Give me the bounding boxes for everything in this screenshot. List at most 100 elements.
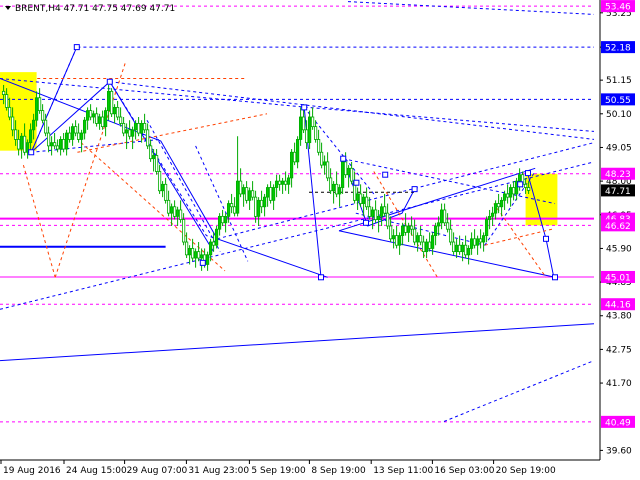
price-tick-label: 51.15 — [606, 76, 632, 86]
candle-body — [478, 238, 483, 243]
price-tag-label: 44.16 — [605, 301, 631, 311]
candle-body — [7, 106, 12, 118]
price-tag-label: 40.49 — [605, 418, 631, 428]
candle-body — [133, 123, 138, 131]
candle-body — [145, 129, 150, 147]
candle-body — [361, 196, 366, 204]
candle-body — [445, 222, 450, 230]
time-tick-label: 13 Sep 11:00 — [373, 466, 433, 476]
candle-body — [2, 90, 6, 95]
candle-body — [190, 248, 195, 259]
pivot-marker — [382, 171, 389, 178]
price-tag-label: 46.62 — [605, 222, 631, 232]
candle-body — [238, 180, 243, 195]
candle-body — [125, 129, 129, 134]
candle-body — [496, 203, 501, 208]
price-tag-label: 50.55 — [605, 96, 631, 106]
candle-body — [370, 209, 375, 217]
candle-body — [460, 244, 465, 253]
candle-body — [388, 225, 393, 240]
candle-body — [166, 199, 171, 214]
pivot-marker — [301, 104, 308, 111]
candle-body — [322, 161, 327, 166]
candle-body — [448, 228, 453, 243]
candle-body — [295, 139, 300, 163]
pivot-marker — [411, 186, 418, 193]
candle-body — [418, 235, 423, 243]
candle-body — [298, 116, 303, 140]
chart: 53.2552.1851.1550.1049.0548.0046.9545.90… — [0, 0, 640, 480]
candle-body — [235, 180, 240, 214]
candle-body — [472, 238, 477, 246]
candle-body — [160, 183, 165, 192]
candlesticks — [2, 84, 531, 271]
candle-body — [241, 187, 246, 195]
candle-body — [436, 222, 441, 227]
candle-body — [208, 241, 213, 256]
trend-line — [109, 81, 595, 140]
pivot-marker — [353, 179, 360, 186]
candle-body — [379, 206, 384, 217]
pivot-marker — [552, 274, 558, 281]
candle-body — [32, 119, 36, 131]
candle-body — [280, 180, 285, 185]
candle-body — [331, 183, 336, 192]
candle-body — [502, 193, 507, 201]
candle-body — [313, 126, 318, 140]
candle-body — [343, 161, 348, 176]
candle-body — [41, 110, 45, 121]
candle-body — [394, 235, 399, 246]
price-tick-label: 41.70 — [606, 379, 632, 389]
candle-body — [232, 206, 237, 214]
trend-line — [347, 1, 595, 15]
candle-body — [5, 94, 9, 108]
candle-body — [325, 161, 330, 179]
candle-body — [307, 116, 312, 144]
candle-body — [373, 209, 378, 220]
candle-body — [508, 187, 513, 198]
candle-body — [439, 209, 444, 224]
candle-body — [490, 212, 495, 217]
candle-body — [292, 151, 297, 163]
candle-body — [367, 206, 372, 217]
candle-body — [424, 241, 429, 253]
candle-body — [457, 244, 462, 253]
candle-body — [268, 187, 273, 201]
candle-body — [493, 203, 498, 214]
price-tick-label: 49.05 — [606, 143, 632, 153]
candle-body — [113, 106, 117, 115]
pivot-marker — [73, 44, 80, 51]
analysis-lines — [0, 1, 595, 423]
candle-body — [304, 129, 309, 144]
candle-body — [262, 196, 267, 208]
candle-body — [310, 116, 315, 128]
trend-line — [443, 360, 595, 422]
price-tick-label: 45.90 — [606, 244, 632, 254]
price-tags: 53.4652.1850.5548.2347.7146.8346.6245.01… — [601, 0, 635, 428]
candle-body — [451, 241, 456, 253]
time-axis: 19 Aug 2016 24 Aug 15:00 29 Aug 07:00 31 Au… — [0, 459, 600, 476]
candle-body — [110, 90, 114, 115]
candle-body — [62, 139, 66, 150]
candle-body — [412, 228, 417, 243]
candle-body — [127, 129, 132, 137]
candle-body — [244, 187, 249, 201]
candle-body — [148, 145, 153, 160]
pivot-marker — [28, 149, 35, 156]
candle-body — [175, 209, 180, 217]
candle-body — [316, 139, 321, 153]
trend-line — [54, 62, 126, 278]
candle-body — [142, 123, 147, 131]
candle-body — [98, 116, 102, 124]
candle-body — [101, 116, 105, 128]
candle-body — [409, 225, 414, 230]
candle-body — [89, 110, 93, 118]
candle-body — [229, 203, 234, 208]
chart-canvas: 53.2552.1851.1550.1049.0548.0046.9545.90… — [0, 0, 635, 476]
candle-body — [340, 161, 345, 188]
candle-body — [512, 187, 516, 195]
candle-body — [13, 129, 18, 140]
symbol-dropdown-icon[interactable] — [5, 6, 11, 10]
candle-body — [50, 142, 54, 147]
candle-body — [16, 139, 21, 150]
